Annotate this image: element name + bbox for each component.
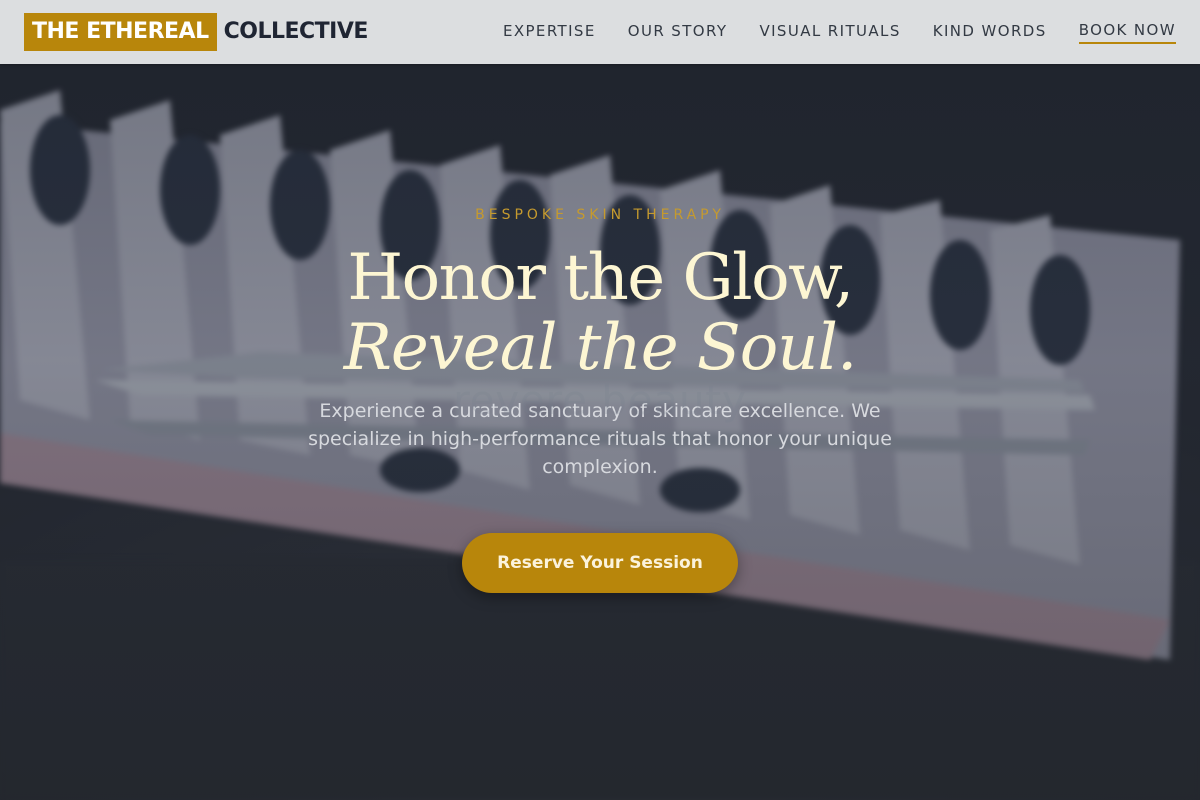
nav-link-expertise[interactable]: EXPERTISE bbox=[503, 22, 596, 43]
logo-primary-text: THE ETHEREAL bbox=[24, 13, 217, 51]
hero-headline-line-2: Reveal the Soul. bbox=[343, 311, 858, 385]
nav-link-visual-rituals[interactable]: VISUAL RITUALS bbox=[759, 22, 900, 43]
site-header: THE ETHEREAL COLLECTIVE EXPERTISE OUR ST… bbox=[0, 0, 1200, 64]
hero-section: revere beauty BESPOKE SKIN THERAPY Honor… bbox=[0, 64, 1200, 800]
brand-logo[interactable]: THE ETHEREAL COLLECTIVE bbox=[24, 13, 368, 51]
nav-link-our-story[interactable]: OUR STORY bbox=[628, 22, 728, 43]
hero-eyebrow: BESPOKE SKIN THERAPY bbox=[475, 207, 725, 223]
main-nav: EXPERTISE OUR STORY VISUAL RITUALS KIND … bbox=[503, 21, 1176, 44]
hero-headline: Honor the Glow, Reveal the Soul. bbox=[343, 241, 858, 385]
nav-link-kind-words[interactable]: KIND WORDS bbox=[933, 22, 1047, 43]
reserve-session-button[interactable]: Reserve Your Session bbox=[462, 533, 738, 593]
logo-secondary-text: COLLECTIVE bbox=[223, 19, 369, 44]
hero-background-text: revere beauty bbox=[453, 378, 747, 424]
nav-link-book-now[interactable]: BOOK NOW bbox=[1078, 21, 1176, 44]
hero-headline-line-1: Honor the Glow, bbox=[347, 241, 854, 315]
